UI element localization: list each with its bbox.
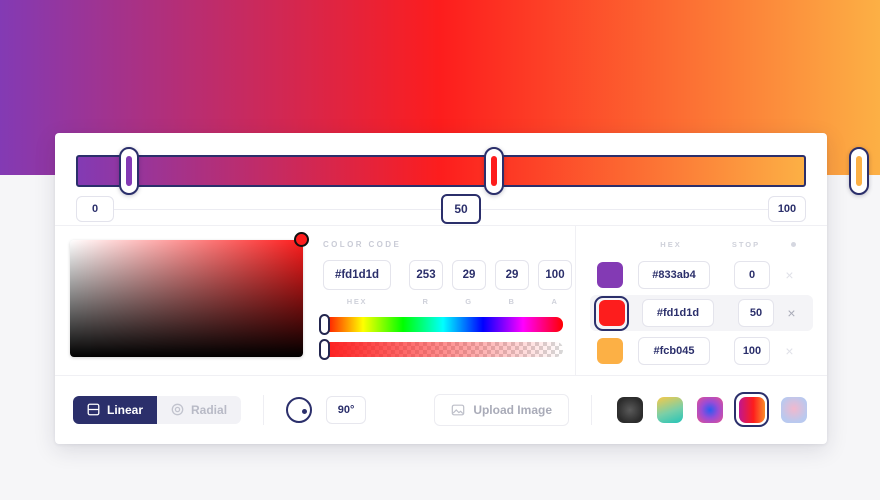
g-field: 29 G [452,260,486,306]
r-caption: R [422,297,430,306]
color-code-column: COLOR CODE #fd1d1d HEX 253 R 29 G 29 B 1… [313,226,575,375]
stop-row-1[interactable]: #fd1d1d 50 × [590,295,813,331]
hex-caption: HEX [346,297,368,306]
stop-hex-input-2[interactable]: #fcb045 [638,337,710,365]
color-code-fields: #fd1d1d HEX 253 R 29 G 29 B 100 A [323,260,572,306]
gradient-bar[interactable] [76,155,806,187]
image-icon [452,404,465,415]
hue-slider[interactable] [319,314,563,335]
hex-field: #fd1d1d HEX [323,260,391,306]
stops-header-row: HEX STOP [590,240,813,249]
r-field: 253 R [409,260,443,306]
stops-header-hex: HEX [660,240,682,249]
preset-dark-radial[interactable] [616,396,643,423]
preset-yellow-teal[interactable] [656,396,683,423]
stops-header-stop: STOP [731,240,761,249]
handle-color-0 [126,156,132,186]
stop-position-inputs: 0 50 100 [76,194,806,224]
gradient-stop-handle-0[interactable] [119,147,139,195]
editor-middle: COLOR CODE #fd1d1d HEX 253 R 29 G 29 B 1… [55,225,827,375]
gradient-editor-card: 0 50 100 COLOR CODE #fd1d1d HEX 253 R 29… [55,133,869,444]
stop-value-input-1[interactable]: 50 [738,299,774,327]
angle-dial[interactable] [286,396,313,423]
a-caption: A [551,297,559,306]
a-field: 100 A [538,260,572,306]
alpha-slider[interactable] [319,339,563,360]
angle-input[interactable]: 90° [326,395,367,424]
linear-type-label: Linear [107,402,144,417]
dot-icon [791,242,796,247]
upload-image-button[interactable]: Upload Image [434,393,569,426]
radial-type-label: Radial [191,402,228,417]
preset-ring-4 [778,394,809,425]
b-field: 29 B [495,260,529,306]
stop-value-input-0[interactable]: 0 [734,261,770,289]
gradient-stop-handle-2[interactable] [849,147,869,195]
color-code-label: COLOR CODE [323,240,402,249]
footer-divider-2 [591,394,592,425]
preset-ring-1 [654,394,685,425]
hue-slider-handle[interactable] [319,314,330,335]
remove-stop-button-1[interactable]: × [774,305,809,321]
preset-ring-0 [614,394,645,425]
stops-header-remove [774,240,813,249]
alpha-slider-handle[interactable] [319,339,330,360]
footer-divider-1 [263,394,265,425]
stop-swatch-1[interactable] [598,300,625,326]
stop-position-input-0[interactable]: 0 [76,196,114,222]
stop-hex-input-0[interactable]: #833ab4 [638,261,710,289]
stop-row-0[interactable]: #833ab4 0 × [590,257,813,293]
color-stops-column: HEX STOP #833ab4 0 × #fd1d1d 50 × #fcb04… [575,226,827,375]
gradient-type-toggle: Linear Radial [73,395,242,424]
saturation-value-area[interactable] [70,232,309,357]
preset-pink-blue-radial[interactable] [696,396,723,423]
saturation-value-cursor[interactable] [294,232,309,247]
remove-stop-button-2[interactable]: × [770,343,809,359]
stop-swatch-2[interactable] [596,338,623,364]
preset-gradients [614,392,809,427]
remove-stop-button-0[interactable]: × [770,267,809,283]
stop-position-input-2[interactable]: 100 [768,196,806,222]
stop-swatch-ring-1 [594,295,629,331]
preset-magenta-red-orange[interactable] [738,396,765,423]
handle-color-2 [856,156,862,186]
gradient-preview-zone: 0 50 100 [55,133,869,225]
g-input[interactable]: 29 [452,260,486,290]
b-caption: B [508,297,516,306]
stop-swatch-0[interactable] [596,262,623,288]
hex-input[interactable]: #fd1d1d [323,260,391,290]
preset-light-blue-pink[interactable] [780,396,807,423]
stop-value-input-2[interactable]: 100 [734,337,770,365]
sliders [319,314,567,360]
b-input[interactable]: 29 [495,260,529,290]
radial-icon [171,403,184,416]
stop-swatch-ring-0 [594,260,625,291]
stop-row-2[interactable]: #fcb045 100 × [590,333,813,369]
stop-swatch-ring-2 [594,336,625,367]
g-caption: G [465,297,473,306]
r-input[interactable]: 253 [409,260,443,290]
editor-footer: Linear Radial 90° Upload Image [55,375,827,443]
handle-color-1 [491,156,497,186]
radial-type-button[interactable]: Radial [157,395,242,424]
preset-ring-3 [734,392,769,427]
saturation-value-column [55,226,313,375]
linear-type-button[interactable]: Linear [73,395,158,424]
gradient-stop-handle-1[interactable] [484,147,504,195]
angle-dial-knob [302,408,308,414]
linear-icon [87,403,100,416]
app-root: 0 50 100 COLOR CODE #fd1d1d HEX 253 R 29… [0,0,880,500]
a-input[interactable]: 100 [538,260,572,290]
upload-image-label: Upload Image [473,402,552,417]
preset-ring-2 [694,394,725,425]
stop-position-input-1[interactable]: 50 [441,194,481,224]
stop-hex-input-1[interactable]: #fd1d1d [642,299,714,327]
